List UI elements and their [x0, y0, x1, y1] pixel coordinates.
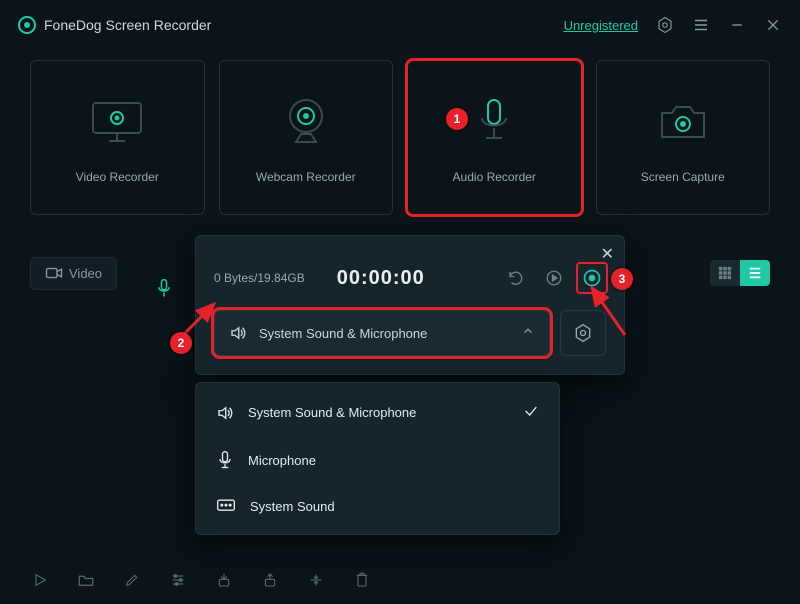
dropdown-item-system-and-mic[interactable]: System Sound & Microphone: [196, 389, 559, 436]
speaker-icon: [216, 404, 234, 422]
webcam-icon: [276, 92, 336, 152]
mode-video-label: Video Recorder: [76, 170, 159, 184]
edit-icon[interactable]: [122, 570, 142, 590]
recording-panel: ✕ 0 Bytes/19.84GB 00:00:00 System Sound …: [195, 235, 625, 375]
storage-text: 0 Bytes/19.84GB: [214, 271, 305, 285]
app-logo-icon: [18, 16, 36, 34]
video-tab-label: Video: [69, 266, 102, 281]
panel-row2: System Sound & Microphone: [196, 310, 624, 374]
grid-view-button[interactable]: [710, 260, 740, 286]
import-icon[interactable]: [214, 570, 234, 590]
view-toggle: [710, 260, 770, 286]
menu-icon[interactable]: [692, 16, 710, 34]
play-icon[interactable]: [540, 264, 568, 292]
check-icon: [523, 403, 539, 422]
list-view-button[interactable]: [740, 260, 770, 286]
annotation-badge-3: 3: [611, 268, 633, 290]
title-left: FoneDog Screen Recorder: [18, 16, 211, 34]
audio-source-dropdown: System Sound & Microphone Microphone Sys…: [195, 382, 560, 535]
system-sound-icon: [216, 498, 236, 514]
microphone-icon: [216, 450, 234, 470]
panel-close-icon[interactable]: ✕: [601, 244, 614, 264]
unregistered-link[interactable]: Unregistered: [564, 18, 638, 33]
trash-icon[interactable]: [352, 570, 372, 590]
monitor-icon: [87, 92, 147, 152]
mode-audio-label: Audio Recorder: [453, 170, 536, 184]
export-icon[interactable]: [260, 570, 280, 590]
mode-webcam-recorder[interactable]: Webcam Recorder: [219, 60, 394, 215]
audio-source-label: System Sound & Microphone: [259, 326, 509, 341]
mode-webcam-label: Webcam Recorder: [256, 170, 356, 184]
microphone-icon: [464, 92, 524, 152]
dropdown-item-label: Microphone: [248, 453, 316, 468]
mode-capture-label: Screen Capture: [641, 170, 725, 184]
annotation-arrow-3: [580, 280, 640, 350]
sliders-icon[interactable]: [168, 570, 188, 590]
title-right: Unregistered: [564, 16, 782, 34]
bottom-toolbar: [30, 570, 372, 590]
speaker-icon: [229, 324, 247, 342]
camera-icon: [653, 92, 713, 152]
compress-icon[interactable]: [306, 570, 326, 590]
close-icon[interactable]: [764, 16, 782, 34]
timer-text: 00:00:00: [337, 267, 425, 290]
app-title: FoneDog Screen Recorder: [44, 17, 211, 33]
chevron-up-icon: [521, 324, 535, 343]
dropdown-item-label: System Sound: [250, 499, 335, 514]
audio-source-select[interactable]: System Sound & Microphone: [214, 310, 550, 356]
undo-icon[interactable]: [502, 264, 530, 292]
mode-cards: Video Recorder Webcam Recorder Audio Rec…: [0, 50, 800, 233]
annotation-badge-2: 2: [170, 332, 192, 354]
dropdown-item-system-sound[interactable]: System Sound: [196, 484, 559, 528]
dropdown-item-microphone[interactable]: Microphone: [196, 436, 559, 484]
minimize-icon[interactable]: [728, 16, 746, 34]
mode-video-recorder[interactable]: Video Recorder: [30, 60, 205, 215]
mode-screen-capture[interactable]: Screen Capture: [596, 60, 771, 215]
dropdown-item-label: System Sound & Microphone: [248, 405, 416, 420]
title-bar: FoneDog Screen Recorder Unregistered: [0, 0, 800, 50]
play-icon[interactable]: [30, 570, 50, 590]
settings-gear-icon[interactable]: [656, 16, 674, 34]
video-tab[interactable]: Video: [30, 257, 117, 290]
folder-icon[interactable]: [76, 570, 96, 590]
panel-top: 0 Bytes/19.84GB 00:00:00: [196, 236, 624, 310]
annotation-badge-1: 1: [446, 108, 468, 130]
mode-audio-recorder[interactable]: Audio Recorder: [407, 60, 582, 215]
